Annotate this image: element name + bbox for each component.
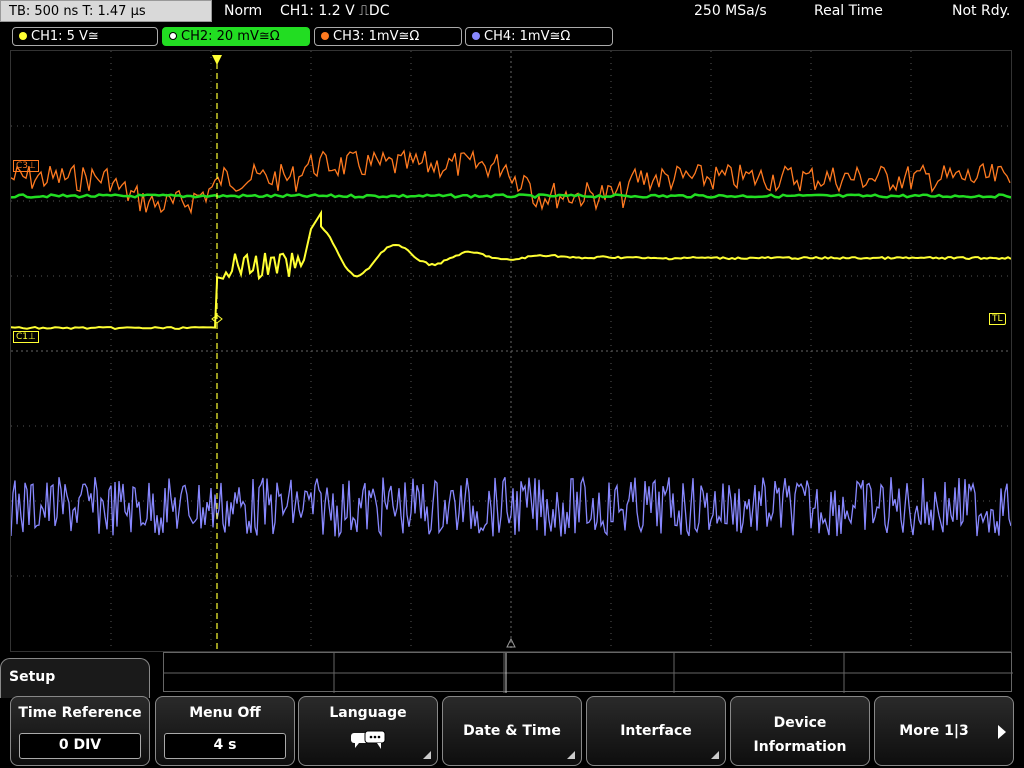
scale-lines [164, 653, 1013, 693]
ch1-ground-marker[interactable]: C1⊥ [13, 331, 39, 343]
device-information-label: Device Information [731, 711, 869, 759]
submenu-indicator-icon [567, 751, 575, 759]
softkey-row: Time Reference 0 DIV Menu Off 4 s Langua… [0, 696, 1024, 768]
trigger-status: Not Rdy. [952, 3, 1011, 19]
menu-off-button[interactable]: Menu Off 4 s [155, 696, 295, 766]
ch4-dot-icon [472, 32, 480, 40]
submenu-indicator-icon [423, 751, 431, 759]
trigger-setting[interactable]: CH1: 1.2 V ⎍DC [280, 3, 389, 19]
timebase-readout[interactable]: TB: 500 ns T: 1.47 µs [0, 0, 212, 22]
ch2-dot-icon [169, 32, 177, 40]
ch2-label: CH2: 20 mV≅Ω [181, 29, 280, 44]
device-information-button[interactable]: Device Information [730, 696, 870, 766]
trigger-level-marker[interactable]: TL [989, 313, 1006, 325]
graticule [11, 51, 1011, 651]
waveform-svg [11, 51, 1011, 651]
interface-button[interactable]: Interface [586, 696, 726, 766]
channel-ch1[interactable]: CH1: 5 V≅ [12, 27, 158, 46]
ch2-waveform [11, 193, 1011, 199]
interface-label: Interface [620, 723, 692, 739]
channel-bar: CH1: 5 V≅ CH2: 20 mV≅Ω CH3: 1mV≅Ω CH4: 1… [0, 26, 1024, 48]
device-info-line1: Device [773, 715, 827, 731]
more-label: More 1|3 [899, 723, 969, 739]
time-reference-label: Time Reference [18, 705, 142, 721]
channel-ch3[interactable]: CH3: 1mV≅Ω [314, 27, 462, 46]
ch1-label: CH1: 5 V≅ [31, 29, 99, 44]
trigger-mode[interactable]: Norm [224, 3, 262, 19]
ch4-label: CH4: 1mV≅Ω [484, 29, 571, 44]
horizontal-scale-strip [163, 652, 1013, 693]
ch3-dot-icon [321, 32, 329, 40]
channel-ch2[interactable]: CH2: 20 mV≅Ω [162, 27, 310, 46]
ch3-label: CH3: 1mV≅Ω [333, 29, 420, 44]
speech-bubbles-icon [351, 730, 386, 749]
more-button[interactable]: More 1|3 [874, 696, 1014, 766]
trigger-position-icon [212, 55, 222, 65]
channel-ch4[interactable]: CH4: 1mV≅Ω [465, 27, 613, 46]
submenu-indicator-icon [711, 751, 719, 759]
menu-off-label: Menu Off [189, 705, 261, 721]
sample-rate: 250 MSa/s [694, 3, 767, 19]
next-page-icon [998, 725, 1006, 739]
ch1-dot-icon [19, 32, 27, 40]
date-time-label: Date & Time [463, 723, 561, 739]
device-info-line2: Information [753, 739, 847, 755]
language-label: Language [329, 705, 407, 721]
time-reference-value: 0 DIV [19, 733, 141, 759]
language-button[interactable]: Language [298, 696, 438, 766]
acquisition-mode: Real Time [814, 3, 883, 19]
date-time-button[interactable]: Date & Time [442, 696, 582, 766]
setup-menu-title: Setup [0, 658, 150, 698]
time-reference-button[interactable]: Time Reference 0 DIV [10, 696, 150, 766]
menu-off-value: 4 s [164, 733, 286, 759]
ch3-ground-marker[interactable]: C3⊥ [13, 160, 39, 172]
status-bar: TB: 500 ns T: 1.47 µs Norm CH1: 1.2 V ⎍D… [0, 0, 1024, 24]
waveform-display[interactable]: C3⊥ C1⊥ TL [10, 50, 1012, 652]
